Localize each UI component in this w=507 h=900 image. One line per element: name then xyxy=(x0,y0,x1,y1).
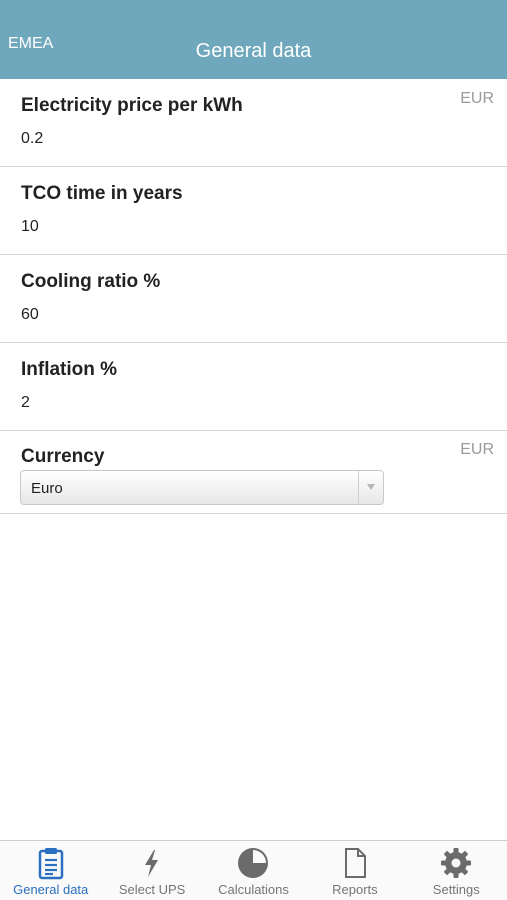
page-title: General data xyxy=(195,40,312,62)
tco-time-input[interactable]: 10 xyxy=(21,218,39,236)
field-label: Inflation % xyxy=(21,359,118,380)
navigation-bar: EMEA General data xyxy=(0,0,507,79)
lightning-icon xyxy=(145,850,159,877)
chevron-down-icon xyxy=(367,484,375,490)
field-tco-time[interactable]: TCO time in years 10 xyxy=(0,167,507,255)
tab-reports[interactable]: Reports xyxy=(304,841,405,900)
currency-select[interactable]: Euro xyxy=(20,470,384,505)
field-label: TCO time in years xyxy=(21,183,183,204)
pie-chart-icon xyxy=(238,848,269,878)
tab-label: General data xyxy=(13,882,89,897)
cooling-ratio-input[interactable]: 60 xyxy=(21,306,39,324)
tab-label: Reports xyxy=(332,882,378,897)
electricity-price-input[interactable]: 0.2 xyxy=(21,130,43,148)
field-label: Currency xyxy=(21,446,105,467)
tab-general-data[interactable]: General data xyxy=(0,841,101,900)
tab-label: Select UPS xyxy=(118,882,186,897)
tab-select-ups[interactable]: Select UPS xyxy=(101,841,202,900)
field-label: Electricity price per kWh xyxy=(21,95,243,116)
app-screen: EMEA General data Electricity price per … xyxy=(0,0,507,900)
currency-selected-value: Euro xyxy=(31,480,63,497)
gear-icon xyxy=(441,848,472,878)
field-inflation[interactable]: Inflation % 2 xyxy=(0,343,507,431)
tab-bar: General data Select UPS Calculations Rep… xyxy=(0,840,507,900)
currency-unit-label: EUR xyxy=(460,441,494,458)
currency-unit-label: EUR xyxy=(460,90,494,107)
field-label: Cooling ratio % xyxy=(21,271,161,292)
tab-settings[interactable]: Settings xyxy=(406,841,507,900)
field-cooling-ratio[interactable]: Cooling ratio % 60 xyxy=(0,255,507,343)
dropdown-button[interactable] xyxy=(358,471,383,504)
tab-label: Calculations xyxy=(218,882,289,897)
tab-label: Settings xyxy=(432,882,480,897)
tab-calculations[interactable]: Calculations xyxy=(203,841,304,900)
inflation-input[interactable]: 2 xyxy=(21,394,30,412)
document-icon xyxy=(344,848,366,878)
field-electricity-price[interactable]: Electricity price per kWh 0.2 EUR xyxy=(0,79,507,167)
clipboard-icon xyxy=(38,848,63,880)
